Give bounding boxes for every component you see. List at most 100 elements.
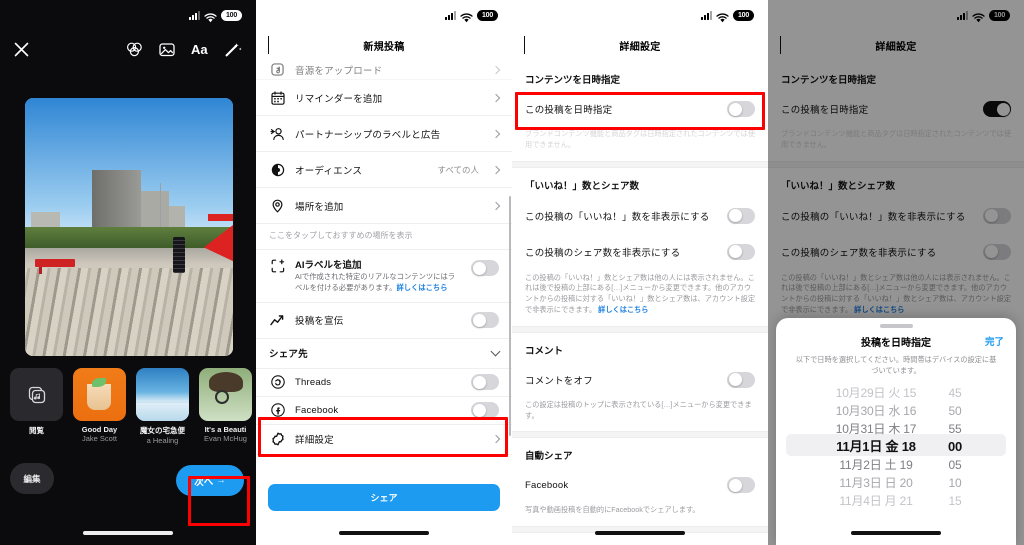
picker-item-selected[interactable]: 00 — [935, 438, 975, 456]
music-track[interactable]: It's a Beauti Evan McHug — [199, 368, 252, 443]
likes-caption-link[interactable]: 詳しくはこちら — [598, 305, 648, 314]
list-item-schedule-post[interactable]: この投稿を日時指定 — [512, 92, 768, 126]
threads-toggle[interactable] — [471, 374, 499, 391]
picker-item[interactable]: 10月31日 木 17 — [817, 420, 935, 438]
datetime-picker[interactable]: 10月29日 火 15 10月30日 水 16 10月31日 木 17 11月1… — [776, 382, 1016, 514]
picker-item[interactable]: 05 — [935, 456, 975, 474]
album-art[interactable] — [199, 368, 252, 421]
list-item-label: この投稿を日時指定 — [525, 105, 613, 116]
autoshare-facebook-toggle[interactable] — [727, 477, 755, 494]
list-item-audience[interactable]: オーディエンス すべての人 — [256, 152, 512, 188]
list-item-ai-label[interactable]: AIラベルを追加 AIで作成された特定のリアルなコンテンツにはラベルを付ける必要… — [256, 250, 512, 303]
chevron-right-icon — [491, 435, 501, 444]
list-item-partnership-label[interactable]: パートナーシップのラベルと広告 — [256, 116, 512, 152]
picker-item[interactable]: 15 — [935, 492, 975, 510]
list-item-threads[interactable]: Threads — [256, 368, 512, 397]
hide-likes-toggle[interactable] — [727, 207, 755, 224]
picker-item[interactable]: 45 — [935, 384, 975, 402]
music-track-carousel[interactable]: 閲覧 Good Day Jake Scott 魔女の宅急便 a Healing … — [0, 368, 256, 445]
ai-label-icon — [269, 257, 286, 273]
music-track-name: 魔女の宅急便 — [140, 426, 185, 435]
autoshare-caption: 写真や動画投稿を自動的にFacebookでシェアします。 — [525, 505, 700, 515]
list-item-value: すべての人 — [437, 164, 479, 175]
list-item-label: Facebook — [295, 404, 339, 416]
chevron-right-icon — [491, 129, 501, 138]
picker-item[interactable]: 11月2日 土 19 — [817, 456, 935, 474]
done-button[interactable]: 完了 — [985, 334, 1004, 348]
home-indicator — [83, 531, 173, 535]
ai-label-toggle[interactable] — [471, 260, 499, 276]
picker-item[interactable]: 50 — [935, 402, 975, 420]
picker-item-selected[interactable]: 11月1日 金 18 — [817, 438, 935, 456]
edit-button[interactable]: 編集 — [10, 463, 54, 494]
promote-toggle[interactable] — [471, 312, 499, 329]
list-item-facebook[interactable]: Facebook — [256, 396, 512, 425]
chevron-right-icon — [491, 93, 501, 102]
wifi-icon — [716, 10, 729, 23]
picker-item[interactable]: 11月3日 日 20 — [817, 474, 935, 492]
partnership-icon — [269, 127, 286, 141]
list-item-advanced-settings[interactable]: 詳細設定 — [256, 424, 512, 455]
nav-bar: 新規投稿 — [256, 30, 512, 60]
section-share-to[interactable]: シェア先 — [256, 338, 512, 369]
options-list: 音源をアップロード リマインダーを追加 パートナーシップのラベルと広告 オーディ… — [256, 60, 512, 455]
picker-item[interactable]: 11月4日 月 21 — [817, 492, 935, 510]
post-photo-preview[interactable] — [25, 98, 233, 356]
album-art[interactable] — [136, 368, 189, 421]
photo-icon[interactable] — [159, 42, 175, 62]
picker-item[interactable]: 10 — [935, 474, 975, 492]
composer-footer: 編集 次へ → — [0, 463, 256, 509]
share-button[interactable]: シェア — [268, 484, 500, 511]
close-icon[interactable] — [14, 42, 29, 62]
list-item-label: Facebook — [525, 479, 569, 491]
photo-treeline — [25, 227, 233, 248]
picker-column-minute[interactable]: 45 50 55 00 05 10 15 — [935, 384, 975, 510]
chevron-left-icon — [268, 36, 269, 54]
text-icon[interactable]: Aa — [191, 42, 209, 62]
hide-shares-toggle[interactable] — [727, 243, 755, 260]
list-item-label: パートナーシップのラベルと広告 — [295, 129, 441, 141]
ai-label-learn-more-link[interactable]: 詳しくはこちら — [396, 283, 447, 292]
music-track[interactable]: 閲覧 — [10, 368, 63, 442]
list-item-autoshare-facebook[interactable]: Facebook — [512, 468, 768, 503]
next-button[interactable]: 次へ → — [176, 465, 244, 496]
section-auto-share: 自動シェア — [525, 451, 573, 463]
magic-icon[interactable] — [225, 42, 242, 62]
back-button[interactable] — [524, 36, 525, 54]
location-hint: ここをタップしておすすめの場所を表示 — [256, 224, 512, 250]
list-item-add-location[interactable]: 場所を追加 — [256, 188, 512, 224]
threads-icon — [269, 375, 286, 390]
effects-icon[interactable] — [126, 42, 143, 62]
page-title: 新規投稿 — [363, 41, 405, 53]
picker-item[interactable]: 10月30日 水 16 — [817, 402, 935, 420]
picker-column-date[interactable]: 10月29日 火 15 10月30日 水 16 10月31日 木 17 11月1… — [817, 384, 935, 510]
album-art[interactable] — [73, 368, 126, 421]
list-item-label: この投稿のシェア数を非表示にする — [525, 247, 681, 259]
audience-icon — [269, 163, 286, 177]
music-track[interactable]: 魔女の宅急便 a Healing — [136, 368, 189, 445]
picker-item[interactable]: 55 — [935, 420, 975, 438]
list-item-hide-likes[interactable]: この投稿の「いいね！」数を非表示にする — [512, 197, 768, 234]
music-track[interactable]: Good Day Jake Scott — [73, 368, 126, 443]
battery-icon: 100 — [733, 9, 754, 21]
promote-icon — [269, 314, 286, 327]
svg-text:Aa: Aa — [191, 42, 208, 57]
picker-item[interactable]: 10月29日 火 15 — [817, 384, 935, 402]
list-item-hide-shares[interactable]: この投稿のシェア数を非表示にする — [512, 233, 768, 270]
list-item-add-reminder[interactable]: リマインダーを追加 — [256, 80, 512, 116]
section-likes-shares: 「いいね！」数とシェア数 — [525, 180, 640, 192]
list-item-promote-post[interactable]: 投稿を宣伝 — [256, 302, 512, 339]
facebook-toggle[interactable] — [471, 402, 499, 419]
schedule-post-toggle[interactable] — [727, 101, 755, 117]
chevron-left-icon — [524, 36, 525, 54]
list-item-upload-audio[interactable]: 音源をアップロード — [256, 60, 512, 80]
likes-caption: この投稿の「いいね！」数とシェア数は他の人には表示されません。これは後で投稿の上… — [512, 270, 768, 326]
comments-off-toggle[interactable] — [727, 371, 755, 388]
list-item-comments-off[interactable]: コメントをオフ — [512, 362, 768, 397]
list-item-label: 投稿を宣伝 — [295, 316, 344, 328]
scrollbar[interactable] — [508, 196, 511, 436]
back-button[interactable] — [268, 36, 269, 54]
browse-music-icon[interactable] — [10, 368, 63, 421]
music-track-name: Good Day — [81, 425, 118, 434]
status-bar: 100 — [512, 0, 768, 30]
